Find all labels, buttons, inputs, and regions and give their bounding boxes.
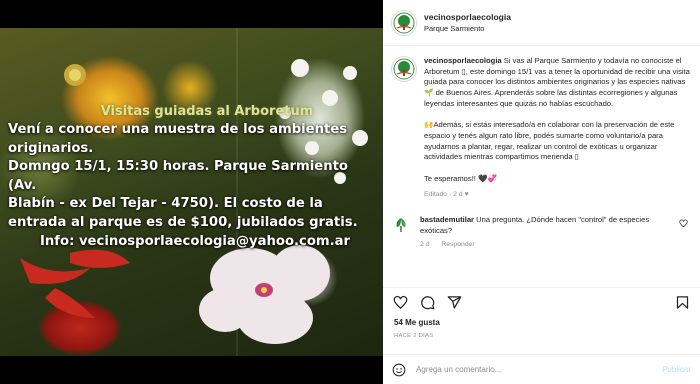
comments-section[interactable]: vecinosporlaecologia Si vas al Parque Sa…	[383, 46, 700, 286]
comment-time: 2 d	[420, 241, 430, 249]
share-icon[interactable]	[447, 295, 462, 310]
comment-input[interactable]: Agrega un comentario...	[416, 365, 662, 374]
caption-text: Te esperamos!! 🖤💞	[424, 173, 497, 183]
action-bar	[383, 287, 700, 317]
comment-composer: Agrega un comentario... Publicar	[383, 354, 700, 384]
creator-liked-heart-icon: ♥	[464, 191, 469, 199]
caption-username[interactable]: vecinosporlaecologia	[424, 56, 502, 65]
image-line: Info: vecinosporlaecologia@yahoo.com.ar	[40, 233, 351, 249]
list-item: bastademutilar Una pregunta. ¿Dónde hace…	[391, 214, 690, 251]
tree-logo-icon	[393, 12, 415, 33]
image-title: Visitas guiadas al Arboretum	[100, 104, 314, 119]
post-details-panel: vecinosporlaecologia Parque Sarmiento ve…	[383, 0, 700, 384]
image-line: Domngo 15/1, 15:30 horas. Parque Sarmien…	[8, 159, 348, 193]
caption-text: 🙌Además, si estás interesado/a en colabo…	[424, 120, 675, 162]
heart-icon[interactable]	[393, 295, 408, 310]
post-media[interactable]: Visitas guiadas al Arboretum Vení a cono…	[0, 0, 383, 384]
comment-username[interactable]: bastademutilar	[420, 215, 474, 224]
avatar[interactable]	[391, 214, 411, 235]
plant-logo-icon	[396, 217, 406, 232]
post-image-text: Visitas guiadas al Arboretum Vení a cono…	[8, 104, 378, 251]
tree-logo-icon	[393, 58, 415, 80]
caption: vecinosporlaecologia Si vas al Parque Sa…	[391, 56, 690, 201]
comment-icon[interactable]	[420, 295, 435, 310]
reply-button[interactable]: Responder	[441, 241, 474, 248]
image-line: originarios.	[8, 140, 94, 156]
image-line: Blabín - ex Del Tejar - 4750). El costo …	[8, 196, 323, 212]
heart-outline-icon[interactable]	[679, 219, 688, 228]
image-line: entrada al parque es de $100, jubilados …	[8, 214, 358, 230]
emoji-icon[interactable]	[392, 363, 406, 377]
header-username[interactable]: vecinosporlaecologia	[424, 12, 511, 22]
bookmark-icon[interactable]	[675, 295, 690, 310]
edited-timestamp: Editado · 2 d	[424, 191, 463, 199]
like-count[interactable]: 54 Me gusta	[394, 318, 440, 327]
header-location[interactable]: Parque Sarmiento	[424, 24, 511, 33]
caption-meta: Editado · 2 d ♥	[424, 190, 690, 201]
avatar[interactable]	[391, 9, 417, 36]
post-timestamp[interactable]: HACE 2 DÍAS	[394, 333, 433, 339]
avatar[interactable]	[391, 56, 417, 82]
post-header: vecinosporlaecologia Parque Sarmiento	[383, 0, 700, 46]
publish-button[interactable]: Publicar	[662, 365, 691, 374]
image-line: Vení a conocer una muestra de los ambien…	[8, 122, 348, 137]
